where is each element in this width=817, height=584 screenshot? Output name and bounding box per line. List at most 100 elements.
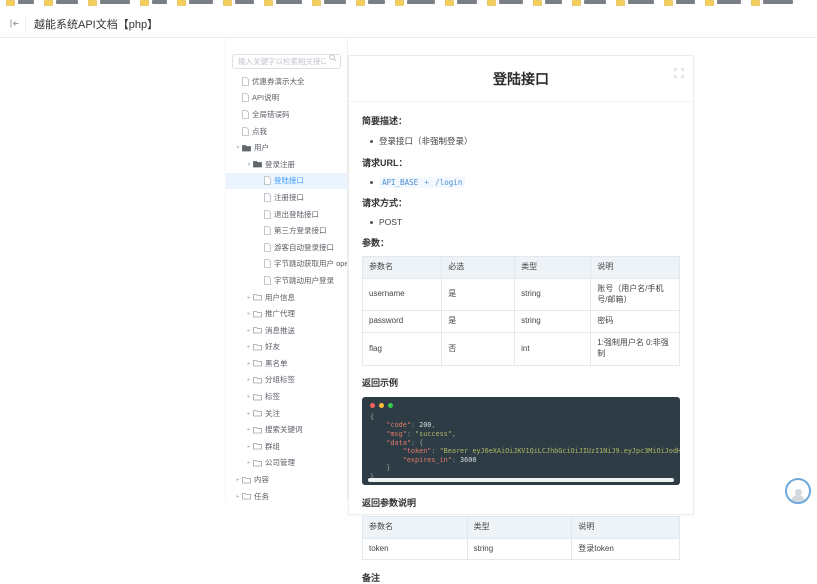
chevron-icon: ▸	[245, 459, 253, 466]
chevron-icon: ▸	[245, 426, 253, 433]
tree-item-label: 优惠券演示大全	[252, 76, 305, 87]
bookmark-label	[407, 0, 435, 4]
sidebar-folder-黑名单[interactable]: ▸黑名单	[226, 355, 347, 372]
bookmark-item[interactable]	[264, 0, 302, 6]
folder-icon	[253, 343, 262, 351]
table-row: username是string账号（用户名/手机号/邮箱）	[363, 278, 680, 311]
folder-icon	[253, 359, 262, 367]
folder-icon	[44, 0, 53, 6]
sidebar-folder-公司管理[interactable]: ▸公司管理	[226, 455, 347, 472]
sidebar-folder-用户[interactable]: ▾用户	[226, 139, 347, 156]
sidebar-folder-消息推送[interactable]: ▸消息推送	[226, 322, 347, 339]
bookmark-item[interactable]	[312, 0, 346, 6]
folder-icon	[253, 393, 262, 401]
sidebar-folder-登录注册[interactable]: ▾登录注册	[226, 156, 347, 173]
doc-title-bar: 登陆接口	[349, 56, 693, 102]
bookmark-item[interactable]	[616, 0, 654, 6]
search-input[interactable]	[232, 54, 341, 69]
bookmark-item[interactable]	[223, 0, 254, 6]
table-cell: flag	[363, 333, 442, 366]
sidebar-folder-分组标签[interactable]: ▸ 分组标签	[226, 372, 347, 389]
bookmark-item[interactable]	[6, 0, 34, 6]
folder-icon	[616, 0, 625, 6]
return-example-code-block: { "code": 200, "msg": "success", "data":…	[362, 397, 680, 485]
bookmark-label	[100, 0, 130, 4]
table-cell: 账号（用户名/手机号/邮箱）	[591, 278, 680, 311]
table-header-row: 参数名必选类型说明	[363, 257, 680, 279]
bookmark-item[interactable]	[705, 0, 741, 6]
folder-icon	[253, 293, 262, 301]
table-cell: 否	[442, 333, 515, 366]
sidebar-folder-推广代理[interactable]: ▸推广代理	[226, 305, 347, 322]
bookmark-label	[763, 0, 793, 4]
sidebar-folder-内容[interactable]: ▸内容	[226, 471, 347, 488]
bookmark-item[interactable]	[177, 0, 213, 6]
folder-icon	[88, 0, 97, 6]
fullscreen-button[interactable]	[674, 65, 684, 83]
tree-item-label: 好友	[265, 341, 280, 352]
bookmark-item[interactable]	[44, 0, 78, 6]
sidebar-item-游客自动登录接口[interactable]: 游客自动登录接口	[226, 239, 347, 256]
folder-icon	[242, 144, 251, 152]
folder-icon	[253, 442, 262, 450]
tree-item-label: 退出登陆接口	[274, 209, 319, 220]
page-title: 登陆接口	[349, 69, 693, 89]
folder-icon	[487, 0, 496, 6]
bookmark-item[interactable]	[140, 0, 167, 6]
document-icon	[264, 276, 271, 285]
bookmark-label	[628, 0, 654, 4]
sidebar-folder-关注[interactable]: ▸关注	[226, 405, 347, 422]
document-icon	[242, 93, 249, 102]
column-header: 说明	[572, 516, 680, 538]
column-header: 类型	[515, 257, 591, 279]
bookmark-label	[499, 0, 523, 4]
sidebar-folder-用户信息[interactable]: ▸用户信息	[226, 289, 347, 306]
document-icon	[242, 127, 249, 136]
sidebar-item-注册接口[interactable]: 注册接口	[226, 189, 347, 206]
bookmark-label	[676, 0, 695, 4]
table-cell: password	[363, 311, 442, 333]
tree-item-label: 游客自动登录接口	[274, 242, 334, 253]
chevron-icon: ▸	[245, 376, 253, 383]
folder-icon	[395, 0, 404, 6]
sidebar-item-API说明[interactable]: API说明	[226, 90, 347, 107]
folder-icon	[253, 160, 262, 168]
horizontal-scrollbar[interactable]	[368, 478, 674, 482]
sidebar-item-字节跳动获取用户 openid[interactable]: 字节跳动获取用户 openid	[226, 256, 347, 273]
sidebar-item-字节跳动用户登录[interactable]: 字节跳动用户登录	[226, 272, 347, 289]
bullet-dot	[370, 140, 373, 143]
table-row: tokenstring登录token	[363, 538, 680, 560]
sidebar-collapse-button[interactable]	[4, 15, 26, 33]
sidebar-item-优惠券演示大全[interactable]: 优惠券演示大全	[226, 73, 347, 90]
table-cell: token	[363, 538, 468, 560]
bookmark-item[interactable]	[88, 0, 130, 6]
sidebar-folder-好友[interactable]: ▸好友	[226, 339, 347, 356]
table-row: password是string密码	[363, 311, 680, 333]
contact-float-button[interactable]	[785, 478, 811, 504]
sidebar-item-全局错误码[interactable]: 全局错误码	[226, 106, 347, 123]
sidebar-folder-群组[interactable]: ▸群组	[226, 438, 347, 455]
bookmark-item[interactable]	[533, 0, 562, 6]
sidebar-item-点我[interactable]: 点我	[226, 123, 347, 140]
sidebar-folder-标签[interactable]: ▸标签	[226, 388, 347, 405]
sidebar-item-退出登陆接口[interactable]: 退出登陆接口	[226, 206, 347, 223]
bookmark-item[interactable]	[751, 0, 793, 6]
bookmark-item[interactable]	[395, 0, 435, 6]
red-dot-icon	[370, 403, 375, 408]
tree-item-label: 注册接口	[274, 192, 304, 203]
folder-icon	[312, 0, 321, 6]
bookmark-item[interactable]	[445, 0, 477, 6]
bookmark-item[interactable]	[487, 0, 523, 6]
request-url-item: API_BASE + /login	[370, 177, 680, 187]
sidebar-folder-搜索关键词[interactable]: ▸搜索关键词	[226, 421, 347, 438]
table-cell: 是	[442, 311, 515, 333]
bookmark-item[interactable]	[664, 0, 695, 6]
tree-item-label: 关注	[265, 408, 280, 419]
tree-item-label: 分组标签	[265, 374, 295, 385]
sidebar-folder-任务[interactable]: ▸任务	[226, 488, 347, 505]
table-cell: int	[515, 333, 591, 366]
sidebar-item-登陆接口[interactable]: 登陆接口	[226, 173, 347, 190]
bookmark-item[interactable]	[356, 0, 385, 6]
bookmark-item[interactable]	[572, 0, 606, 6]
sidebar-item-第三方登录接口[interactable]: 第三方登录接口	[226, 222, 347, 239]
